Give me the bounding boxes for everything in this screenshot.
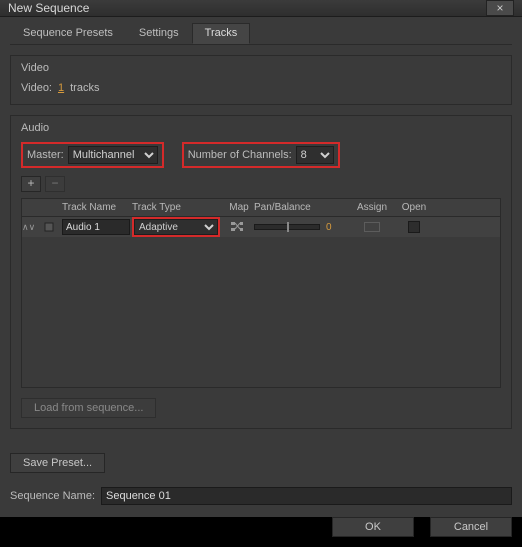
video-group: Video Video: 1 tracks bbox=[10, 55, 512, 105]
video-group-label: Video bbox=[21, 62, 501, 74]
track-type-highlight: Adaptive bbox=[132, 217, 220, 237]
master-dropdown[interactable]: Multichannel bbox=[68, 146, 158, 164]
titlebar: New Sequence × bbox=[0, 0, 522, 17]
header-pan: Pan/Balance bbox=[254, 202, 350, 213]
dialog-content: Sequence Presets Settings Tracks Video V… bbox=[0, 17, 522, 547]
track-name-input[interactable] bbox=[62, 219, 130, 235]
remove-track-button: − bbox=[45, 176, 65, 192]
channels-dropdown[interactable]: 8 bbox=[296, 146, 334, 164]
video-tracks-suffix: tracks bbox=[70, 82, 99, 94]
dialog-buttons: OK Cancel bbox=[10, 517, 512, 537]
audio-group: Audio Master: Multichannel Number of Cha… bbox=[10, 115, 512, 429]
audio-master-row: Master: Multichannel Number of Channels:… bbox=[21, 142, 501, 168]
cancel-button[interactable]: Cancel bbox=[430, 517, 512, 537]
pan-slider[interactable] bbox=[254, 224, 320, 230]
load-from-sequence-button: Load from sequence... bbox=[21, 398, 156, 418]
open-checkbox[interactable] bbox=[408, 221, 420, 233]
master-label: Master: bbox=[27, 149, 64, 161]
sequence-name-row: Sequence Name: bbox=[10, 487, 512, 505]
header-track-name: Track Name bbox=[60, 202, 132, 213]
video-track-count[interactable]: 1 bbox=[58, 82, 64, 94]
save-preset-button[interactable]: Save Preset... bbox=[10, 453, 105, 473]
master-highlight: Master: Multichannel bbox=[21, 142, 164, 168]
sequence-name-label: Sequence Name: bbox=[10, 490, 95, 502]
video-label: Video: bbox=[21, 82, 52, 94]
window-title: New Sequence bbox=[8, 1, 89, 15]
tracks-panel: Track Name Track Type Map Pan/Balance As… bbox=[21, 198, 501, 388]
video-tracks-row: Video: 1 tracks bbox=[21, 82, 501, 94]
track-type-dropdown[interactable]: Adaptive bbox=[134, 219, 218, 235]
tabs: Sequence Presets Settings Tracks bbox=[10, 23, 512, 45]
close-icon: × bbox=[496, 1, 503, 15]
table-row[interactable]: ∧∨ Adaptive bbox=[22, 217, 500, 237]
new-sequence-dialog: New Sequence × Sequence Presets Settings… bbox=[0, 0, 522, 517]
sequence-name-input[interactable] bbox=[101, 487, 512, 505]
pan-value[interactable]: 0 bbox=[326, 222, 332, 233]
add-track-button[interactable]: + bbox=[21, 176, 41, 192]
header-map: Map bbox=[224, 202, 254, 213]
grip-icon[interactable] bbox=[44, 222, 54, 232]
channel-map-icon[interactable] bbox=[230, 220, 244, 234]
tab-sequence-presets[interactable]: Sequence Presets bbox=[10, 23, 126, 44]
add-remove-row: + − bbox=[21, 176, 501, 192]
channels-highlight: Number of Channels: 8 bbox=[182, 142, 340, 168]
assign-icon[interactable] bbox=[364, 222, 380, 232]
audio-group-label: Audio bbox=[21, 122, 501, 134]
close-button[interactable]: × bbox=[486, 0, 514, 16]
header-track-type: Track Type bbox=[132, 202, 224, 213]
tab-tracks[interactable]: Tracks bbox=[192, 23, 251, 44]
ok-button[interactable]: OK bbox=[332, 517, 414, 537]
header-assign: Assign bbox=[350, 202, 394, 213]
channels-label: Number of Channels: bbox=[188, 149, 292, 161]
tab-settings[interactable]: Settings bbox=[126, 23, 192, 44]
drag-handle-icon[interactable]: ∧∨ bbox=[22, 222, 32, 232]
header-open: Open bbox=[394, 202, 434, 213]
tracks-header: Track Name Track Type Map Pan/Balance As… bbox=[22, 199, 500, 217]
